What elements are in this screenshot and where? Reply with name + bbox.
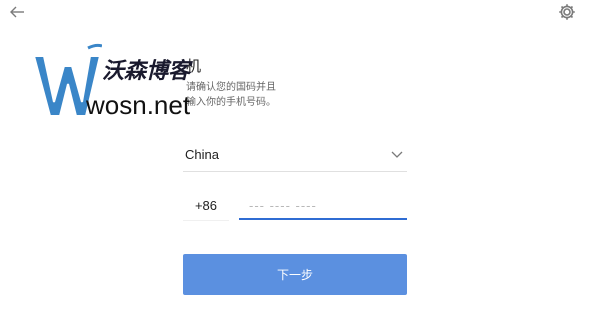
gear-icon bbox=[559, 4, 575, 20]
chevron-down-icon bbox=[391, 151, 403, 158]
settings-button[interactable] bbox=[557, 2, 577, 22]
arrow-left-icon bbox=[10, 6, 24, 18]
watermark-url-text: wosn.net bbox=[86, 90, 191, 120]
country-code[interactable]: +86 bbox=[183, 192, 229, 221]
country-select[interactable]: China bbox=[183, 140, 407, 172]
watermark: 沃森博客 wosn.net bbox=[30, 42, 230, 132]
page: 机 请确认您的国码并且 输入你的手机号码。 沃森博客 wosn.net Chin… bbox=[0, 0, 601, 328]
country-value: China bbox=[185, 147, 219, 162]
watermark-cn-text: 沃森博客 bbox=[102, 59, 191, 84]
phone-number-input[interactable] bbox=[239, 192, 407, 220]
next-button[interactable]: 下一步 bbox=[183, 254, 407, 295]
back-button[interactable] bbox=[7, 2, 27, 22]
